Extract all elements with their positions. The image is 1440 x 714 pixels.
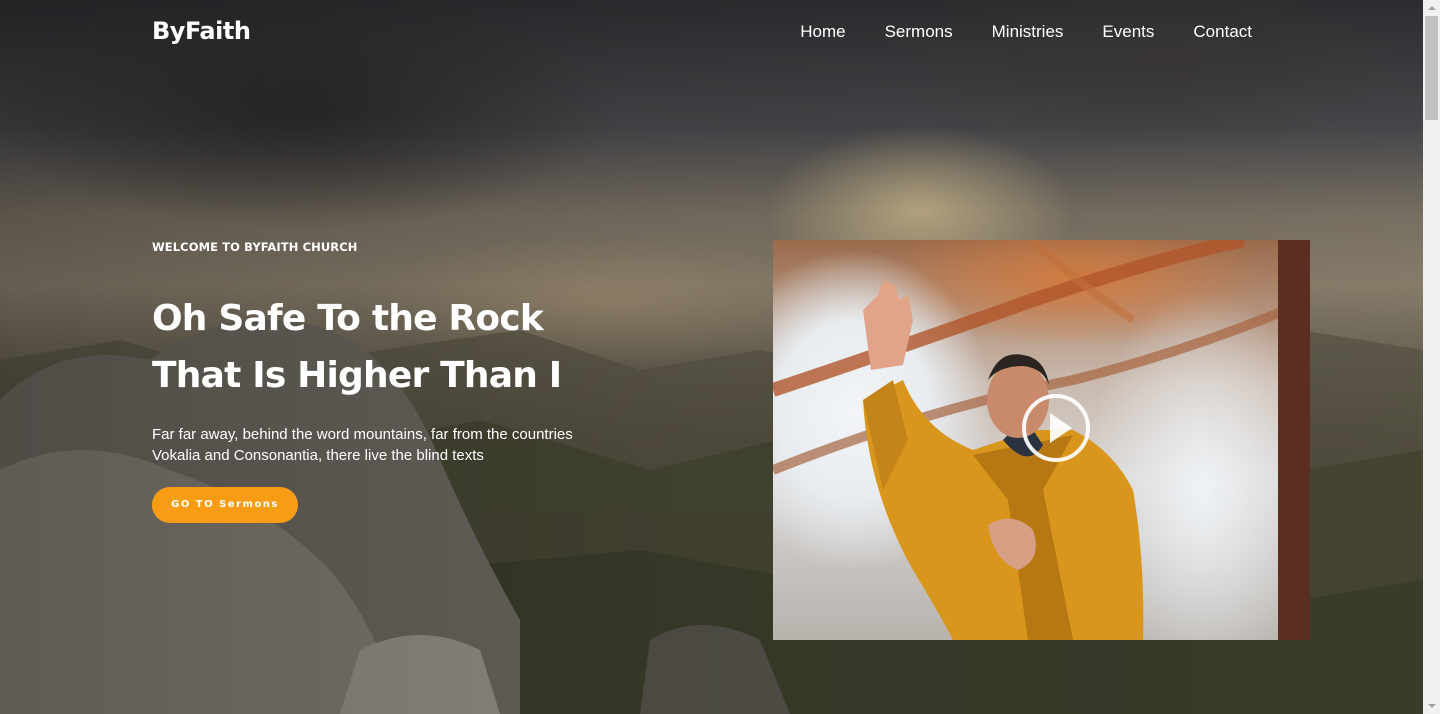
scroll-down-arrow-icon[interactable]: [1423, 698, 1440, 714]
scrollbar-thumb[interactable]: [1425, 16, 1438, 120]
site-logo[interactable]: ByFaith: [152, 17, 251, 45]
hero-headline-line2: That Is Higher Than I: [152, 355, 562, 396]
nav-item-sermons[interactable]: Sermons: [885, 22, 953, 42]
hero-description-line1: Far far away, behind the word mountains,…: [152, 426, 573, 443]
hero-headline-line1: Oh Safe To the Rock: [152, 298, 544, 339]
scroll-up-arrow-icon[interactable]: [1423, 0, 1440, 16]
hero-content: WELCOME TO BYFAITH CHURCH Oh Safe To the…: [152, 240, 672, 523]
nav-item-ministries[interactable]: Ministries: [992, 22, 1064, 42]
go-to-sermons-button[interactable]: GO TO Sermons: [152, 487, 298, 523]
nav-item-events[interactable]: Events: [1102, 22, 1154, 42]
hero-headline: Oh Safe To the Rock That Is Higher Than …: [152, 290, 672, 404]
nav-item-home[interactable]: Home: [800, 22, 845, 42]
play-icon[interactable]: [1022, 394, 1090, 462]
video-thumbnail[interactable]: [773, 240, 1310, 640]
nav-item-contact[interactable]: Contact: [1193, 22, 1252, 42]
hero-description-line2: Vokalia and Consonantia, there live the …: [152, 447, 484, 464]
hero-description: Far far away, behind the word mountains,…: [152, 424, 622, 466]
hero-kicker: WELCOME TO BYFAITH CHURCH: [152, 240, 358, 254]
nav-menu: Home Sermons Ministries Events Contact: [761, 22, 1252, 42]
navbar: ByFaith Home Sermons Ministries Events C…: [0, 0, 1423, 66]
